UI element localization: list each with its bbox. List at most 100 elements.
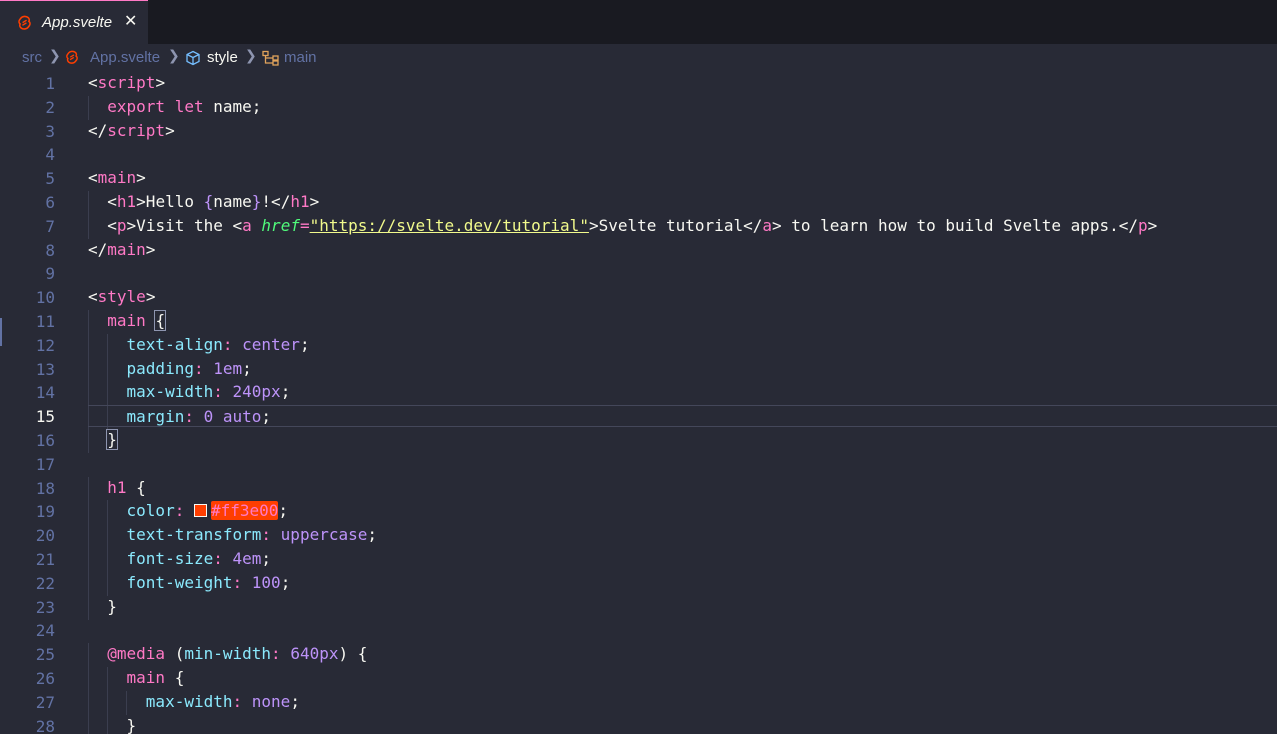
code-token: main [107,239,146,259]
cube-icon [186,50,200,66]
code-line[interactable]: 28 } [0,714,1277,734]
code-line[interactable]: 13 padding: 1em; [0,357,1277,382]
matched-bracket: { [154,310,167,331]
code-line[interactable]: 3 </script> [0,120,1277,144]
code-token: </ [88,239,108,259]
breadcrumb-item-main[interactable]: main [284,49,317,66]
code-token: { [165,668,185,687]
line-number: 1 [45,74,55,93]
code-token: 4em [232,549,262,568]
line-number: 18 [35,478,55,498]
color-value: #ff3e00 [210,501,279,521]
code-line[interactable]: 16 } [0,429,1277,453]
line-number: 3 [45,121,55,141]
code-line[interactable]: 21 font-size: 4em; [0,548,1277,572]
code-line[interactable]: 15 margin: 0 auto; [0,405,1277,430]
code-line[interactable]: 25 @media (min-width: 640px) { [0,643,1277,668]
line-number: 13 [35,359,55,379]
code-token: 240px [232,382,281,402]
code-line[interactable]: 26 main { [0,667,1277,691]
code-line[interactable]: 8 </main> [0,239,1277,263]
code-line[interactable]: 10 <style> [0,286,1277,310]
code-token: padding [126,358,194,378]
code-text: main { [88,667,1277,689]
code-text: } [88,429,1277,451]
code-line[interactable]: 18 h1 { [0,476,1277,501]
code-token: ( [165,644,185,664]
code-line[interactable]: 22 font-weight: 100; [0,571,1277,596]
code-line[interactable]: 6 <h1>Hello {name}!</h1> [0,191,1277,215]
code-token: 1em [213,358,243,378]
code-editor[interactable]: 1 <script> 2 export let name; 3 </script> 4 5 <… [0,72,1277,734]
code-token: : [193,358,204,378]
code-token: href [261,215,300,235]
code-token: > to learn how to build Svelte apps.</ [771,215,1139,235]
code-line[interactable]: 11 main { [0,310,1277,334]
code-token: = [299,215,310,235]
close-icon[interactable]: ✕ [124,11,137,30]
code-token: name; [203,96,262,116]
code-line[interactable]: 20 text-transform: uppercase; [0,524,1277,549]
code-text: max-width: none; [88,691,1277,713]
code-text: } [88,596,1277,618]
line-number: 28 [35,716,55,734]
code-token: > [165,120,175,140]
code-line[interactable]: 27 max-width: none; [0,690,1277,715]
line-number: 8 [45,240,55,260]
code-line[interactable]: 12 text-align: center; [0,333,1277,358]
code-line[interactable]: 17 [0,453,1277,477]
code-token: } [126,715,137,734]
code-token: : [213,382,223,402]
code-token: < [88,73,98,92]
code-token: < [88,168,98,188]
code-token: ) { [338,644,368,664]
code-token: max-width [145,691,233,711]
code-token: font-size [126,549,214,568]
code-text: </script> [88,120,1277,142]
line-number: 10 [35,288,55,308]
chevron-right-icon: ❯ [168,48,180,64]
line-number: 5 [45,169,55,189]
tab-label: App.svelte [42,14,113,31]
line-number: 16 [35,431,55,450]
code-token: ; [261,549,272,568]
tab-app-svelte[interactable]: App.svelte ✕ [0,0,148,44]
code-token: none [251,691,291,711]
code-line[interactable]: 4 [0,143,1277,167]
breadcrumb-item-app-svelte[interactable]: App.svelte [90,49,160,66]
code-line[interactable]: 7 <p>Visit the <a href="https://svelte.d… [0,214,1277,239]
line-number: 15 [35,407,55,427]
color-swatch[interactable] [193,504,207,518]
code-text: text-transform: uppercase; [88,524,1277,546]
code-text: font-size: 4em; [88,548,1277,570]
code-token: uppercase [280,525,368,545]
code-token: main [97,168,137,188]
code-line[interactable]: 9 [0,262,1277,286]
breadcrumb-item-src[interactable]: src [22,49,42,66]
code-line[interactable]: 5 <main> [0,167,1277,191]
tab-bar: App.svelte ✕ [0,0,1277,44]
code-text: <h1>Hello {name}!</h1> [88,191,1277,213]
code-token: } [107,596,117,616]
code-token: "https://svelte.dev/tutorial" [309,215,589,235]
code-line[interactable]: 14 max-width: 240px; [0,381,1277,406]
code-line[interactable]: 19 color: #ff3e00; [0,500,1277,525]
line-number: 9 [45,264,55,284]
line-number: 4 [45,145,55,165]
code-token: { [126,477,146,497]
code-line[interactable]: 2 export let name; [0,95,1277,120]
code-token: center [242,334,300,354]
code-line[interactable]: 1 <script> [0,72,1277,96]
symbol-tree-icon [262,50,279,66]
code-line[interactable]: 23 } [0,595,1277,620]
line-number: 21 [35,550,55,569]
breadcrumb-item-style[interactable]: style [207,49,238,66]
code-token: </ [88,120,108,140]
code-token: let [174,96,204,116]
code-line[interactable]: 24 [0,619,1277,643]
